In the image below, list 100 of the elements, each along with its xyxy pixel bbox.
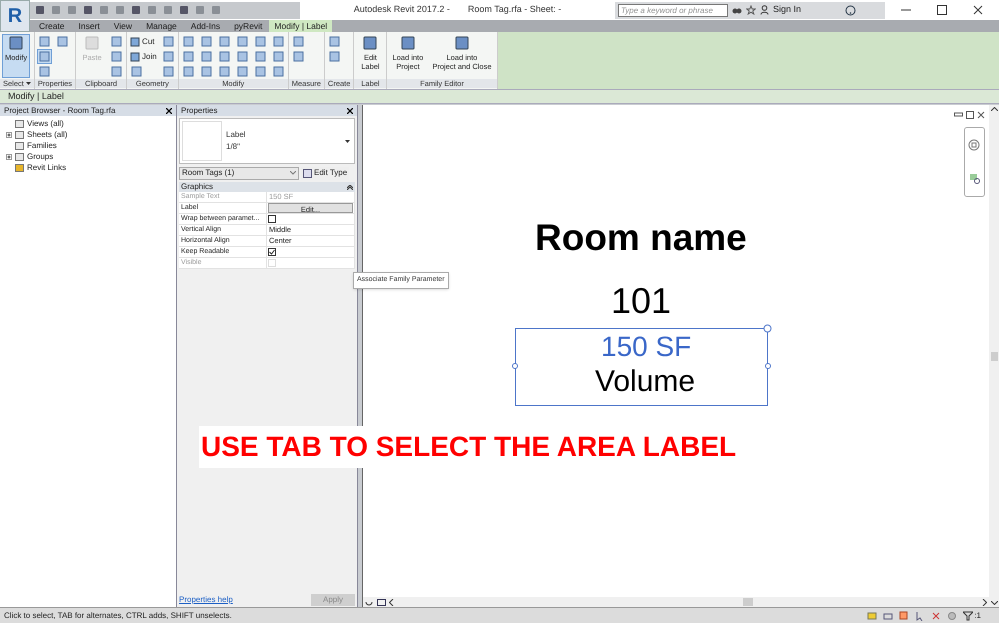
edit-type-button[interactable]: Edit Type <box>301 166 350 180</box>
ribbon-button[interactable]: Cut <box>129 34 158 49</box>
area-label: 150 SF <box>601 333 692 361</box>
ribbon-button[interactable] <box>290 49 306 64</box>
ribbon-button[interactable] <box>109 34 124 49</box>
tool-icon <box>400 35 416 51</box>
ribbon-button[interactable] <box>270 34 286 49</box>
tool-icon <box>254 36 266 47</box>
ribbon-button[interactable] <box>216 64 232 79</box>
tree-item[interactable]: Groups <box>27 150 54 162</box>
close-icon[interactable] <box>347 108 353 114</box>
expand-icon[interactable] <box>6 132 12 138</box>
tool-icon <box>8 35 24 51</box>
ribbon-button[interactable] <box>36 64 52 79</box>
tool-icon <box>236 66 248 77</box>
star-icon[interactable] <box>746 5 756 15</box>
worksharing-icon[interactable] <box>867 610 878 620</box>
tool-icon <box>111 66 122 77</box>
ribbon-button[interactable] <box>216 34 232 49</box>
grip-handle[interactable] <box>765 363 771 369</box>
link-icon[interactable] <box>883 610 894 620</box>
ribbon-button[interactable] <box>252 64 268 79</box>
ribbon-button[interactable] <box>109 49 124 64</box>
tree-item[interactable]: Revit Links <box>27 162 66 174</box>
scroll-up-icon[interactable] <box>990 107 998 111</box>
ribbon-tab[interactable]: View <box>106 20 140 32</box>
ribbon-button[interactable] <box>326 49 342 64</box>
scrollbar-thumb[interactable] <box>990 352 998 360</box>
user-icon[interactable] <box>760 5 769 15</box>
volume-label: Volume <box>595 367 696 397</box>
sign-in-link[interactable]: Sign In <box>773 3 802 17</box>
ribbon-button[interactable] <box>36 34 52 49</box>
zoom-icon <box>968 173 980 186</box>
ribbon-button[interactable] <box>234 64 250 79</box>
ribbon-button[interactable] <box>54 34 70 49</box>
tool-icon <box>162 36 174 47</box>
tool-icon <box>111 51 122 62</box>
checkbox[interactable] <box>268 215 276 223</box>
tree-item[interactable]: Sheets (all) <box>27 128 68 140</box>
quick-access-toolbar[interactable] <box>30 2 300 18</box>
ribbon-button[interactable] <box>290 34 306 49</box>
scroll-left-icon[interactable] <box>389 598 394 606</box>
collapse-icon[interactable] <box>347 184 353 190</box>
ribbon-button[interactable]: Join <box>129 49 158 64</box>
caret-icon[interactable] <box>26 82 31 85</box>
ribbon-tab[interactable]: Create <box>32 20 72 32</box>
tool-icon <box>218 66 230 77</box>
ribbon-button[interactable] <box>198 49 214 64</box>
ribbon-button[interactable] <box>270 64 286 79</box>
ribbon-button[interactable] <box>270 49 286 64</box>
navigation-bar[interactable] <box>964 127 985 197</box>
ribbon-button[interactable] <box>252 49 268 64</box>
type-size: 1/8" <box>226 141 241 153</box>
ribbon-button[interactable] <box>36 49 52 64</box>
properties-help-link[interactable]: Properties help <box>179 594 233 606</box>
ribbon-button[interactable] <box>180 49 196 64</box>
ribbon-button[interactable] <box>160 64 176 79</box>
search-field[interactable]: Type a keyword or phrase <box>618 4 728 16</box>
maximize-icon[interactable] <box>937 5 947 15</box>
ribbon-button[interactable] <box>326 34 342 49</box>
type-selector[interactable]: Label 1/8" <box>179 118 355 164</box>
checkbox[interactable] <box>268 248 276 256</box>
scroll-right-icon[interactable] <box>982 598 987 606</box>
grip-handle[interactable] <box>512 363 518 369</box>
ribbon-tab[interactable]: pyRevit <box>227 20 270 32</box>
scroll-down-icon[interactable] <box>990 601 998 605</box>
selection-box[interactable] <box>515 328 768 406</box>
ribbon-button[interactable] <box>216 49 232 64</box>
expand-icon[interactable] <box>6 154 12 160</box>
ribbon-button[interactable] <box>109 64 124 79</box>
binoculars-icon[interactable] <box>732 6 742 14</box>
close-icon[interactable] <box>166 108 172 114</box>
ribbon-button[interactable] <box>180 64 196 79</box>
help-icon[interactable] <box>845 4 856 16</box>
instance-filter-dropdown[interactable]: Room Tags (1) <box>179 166 299 180</box>
ribbon-tab[interactable]: Insert <box>72 20 107 32</box>
ribbon-button[interactable] <box>234 34 250 49</box>
rotate-handle[interactable] <box>763 324 772 333</box>
panel-title: Project Browser - Room Tag.rfa <box>4 104 116 116</box>
ribbon-tab[interactable]: Manage <box>139 20 184 32</box>
ribbon-tab[interactable]: Modify | Label <box>269 20 332 32</box>
close-icon[interactable] <box>973 5 983 15</box>
ribbon-button[interactable] <box>180 34 196 49</box>
ribbon-button[interactable] <box>160 49 176 64</box>
tool-icon <box>111 36 122 47</box>
application-button[interactable]: R <box>0 0 30 32</box>
ribbon-tab[interactable]: Add-Ins <box>184 20 228 32</box>
ribbon-button[interactable] <box>160 34 176 49</box>
tool-icon <box>236 36 248 47</box>
gear-icon[interactable] <box>947 610 958 620</box>
filter-icon[interactable] <box>963 610 974 620</box>
ribbon-button[interactable] <box>252 34 268 49</box>
tree-item[interactable]: Views (all) <box>27 118 64 130</box>
scrollbar-thumb[interactable] <box>743 598 753 606</box>
ribbon-button[interactable] <box>198 34 214 49</box>
ribbon-button[interactable] <box>129 64 144 79</box>
ribbon-button[interactable] <box>198 64 214 79</box>
tree-item[interactable]: Families <box>27 140 57 152</box>
close-icon[interactable] <box>977 111 985 119</box>
ribbon-button[interactable] <box>234 49 250 64</box>
